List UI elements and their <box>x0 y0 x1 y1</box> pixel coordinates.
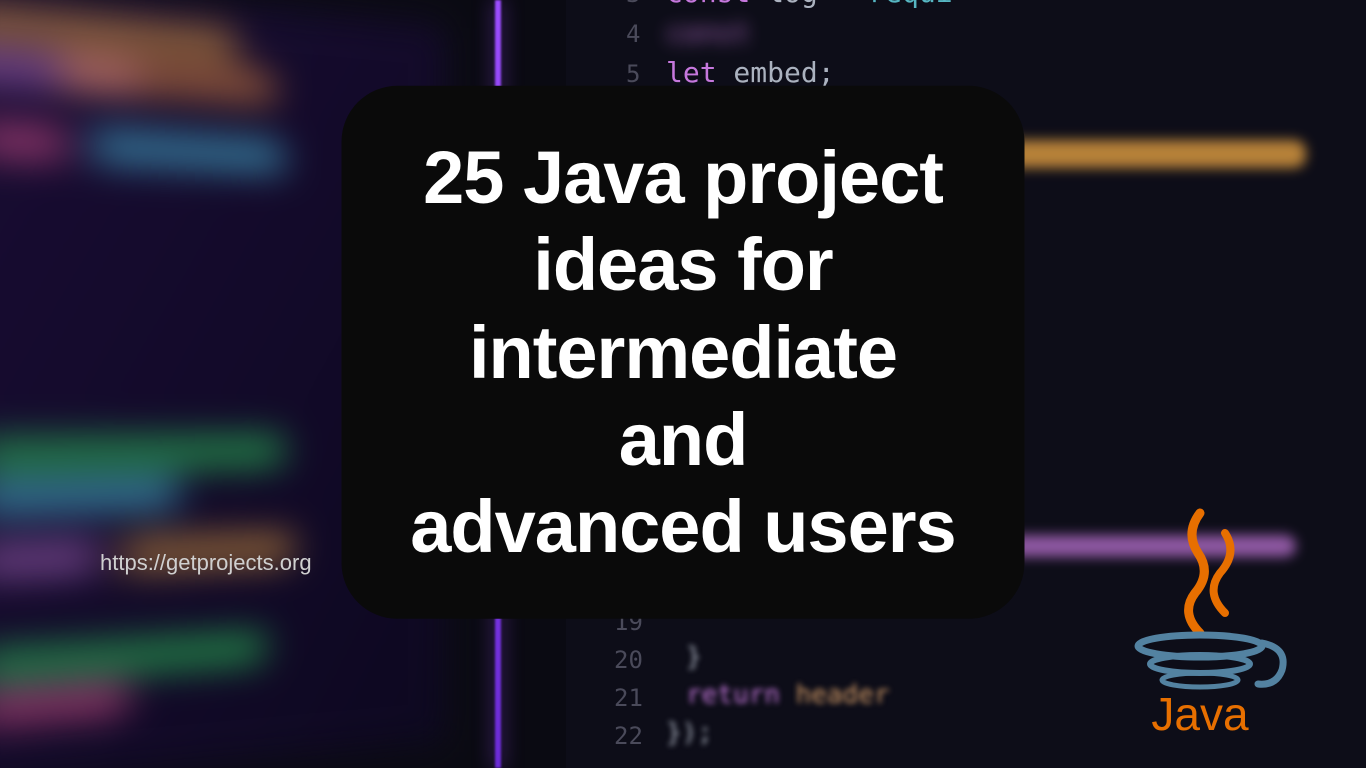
title-line-1: 25 Java project ideas for <box>423 136 943 306</box>
title-line-3: advanced users <box>410 485 955 568</box>
line-number: 3 <box>626 0 640 8</box>
main-heading: 25 Java project ideas for intermediate a… <box>404 134 963 571</box>
code-line-4: const <box>666 16 750 49</box>
java-logo: Java <box>1090 498 1310 738</box>
line-number: 20 <box>614 646 643 674</box>
code-line-20: } <box>686 642 702 672</box>
line-number: 4 <box>626 20 640 48</box>
line-number: 22 <box>614 722 643 750</box>
line-number: 21 <box>614 684 643 712</box>
code-line-21: return header <box>686 680 890 710</box>
code-line-3: const log = requi <box>666 0 953 9</box>
code-line-5: let embed; <box>666 56 835 89</box>
code-line-22: }); <box>666 718 713 748</box>
java-logo-icon: Java <box>1090 498 1310 738</box>
website-url: https://getprojects.org <box>100 550 312 576</box>
line-number: 5 <box>626 60 640 88</box>
title-card: 25 Java project ideas for intermediate a… <box>342 86 1025 619</box>
svg-text:Java: Java <box>1151 688 1249 738</box>
title-line-2: intermediate and <box>469 310 897 480</box>
